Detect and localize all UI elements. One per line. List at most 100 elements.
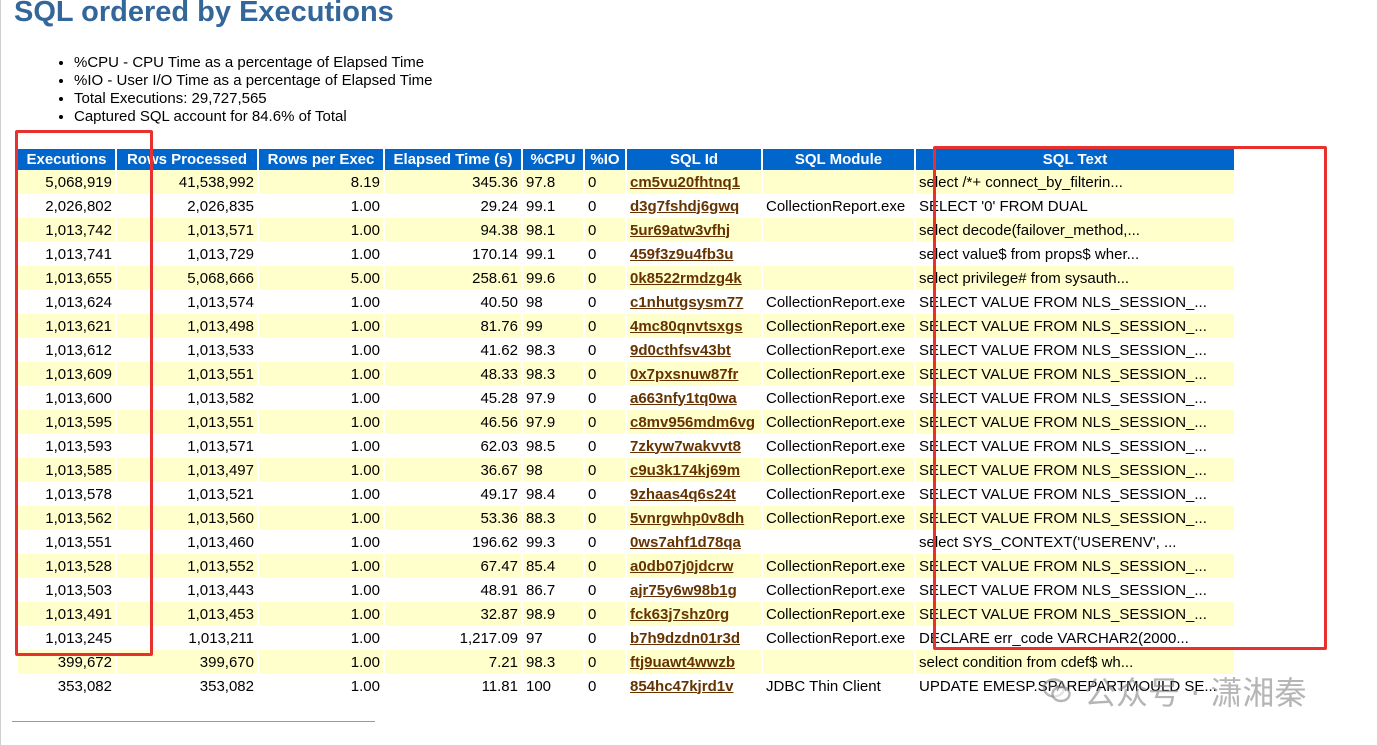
cell-rows-per-exec: 1.00	[259, 554, 383, 578]
cell-sql-id: c9u3k174kj69m	[627, 458, 761, 482]
cell-cpu: 97	[526, 629, 543, 647]
cell-io: 0	[585, 218, 625, 242]
sql-id-link[interactable]: 0k8522rmdzg4k	[630, 270, 742, 287]
note-item: Captured SQL account for 84.6% of Total	[74, 108, 432, 126]
cell-io: 0	[588, 581, 597, 599]
cell-sql-id: 7zkyw7wakvvt8	[627, 434, 761, 458]
cell-io: 0	[588, 629, 597, 647]
cell-cpu: 98	[523, 458, 583, 482]
cell-sql-module: CollectionReport.exe	[763, 506, 914, 530]
cell-sql-id: 9zhaas4q6s24t	[627, 482, 761, 506]
cell-sql-module: CollectionReport.exe	[766, 485, 906, 503]
cell-io: 0	[588, 341, 597, 359]
cell-sql-id: 9d0cthfsv43bt	[627, 338, 761, 362]
watermark-text: 公众号 · 潇湘秦	[1084, 674, 1307, 712]
cell-executions: 353,082	[57, 677, 112, 695]
cell-sql-id: 5vnrgwhp0v8dh	[627, 506, 761, 530]
cell-cpu: 97.9	[523, 410, 583, 434]
cell-elapsed-time: 345.36	[385, 170, 521, 194]
cell-sql-id: ftj9uawt4wwzb	[627, 650, 761, 674]
cell-cpu: 86.7	[526, 581, 556, 599]
cell-elapsed-time: 94.38	[385, 218, 521, 242]
sql-id-link[interactable]: 5vnrgwhp0v8dh	[630, 510, 744, 527]
sql-id-link[interactable]: c1nhutgsysm77	[630, 294, 743, 311]
sql-id-link[interactable]: fck63j7shz0rg	[630, 606, 729, 623]
header-io: %IO	[585, 149, 625, 170]
sql-id-link[interactable]: 9d0cthfsv43bt	[630, 342, 731, 359]
cell-sql-module	[763, 242, 914, 266]
sql-id-link[interactable]: 4mc80qnvtsxgs	[630, 318, 743, 335]
cell-cpu: 97.9	[526, 389, 556, 407]
cell-rows-per-exec: 1.00	[259, 218, 383, 242]
cell-cpu: 99.3	[526, 533, 556, 551]
cell-rows-per-exec: 1.00	[259, 602, 383, 626]
cell-io: 0	[588, 677, 597, 695]
sql-id-link[interactable]: c9u3k174kj69m	[630, 462, 740, 479]
cell-elapsed-time: 49.17	[480, 485, 518, 503]
cell-elapsed-time: 62.03	[480, 437, 518, 455]
cell-sql-id: d3g7fshdj6gwq	[627, 194, 761, 218]
cell-rows-per-exec: 1.00	[350, 677, 380, 695]
sql-id-link[interactable]: 7zkyw7wakvvt8	[630, 438, 741, 455]
cell-rows-per-exec: 1.00	[350, 341, 380, 359]
sql-id-link[interactable]: 0x7pxsnuw87fr	[630, 366, 738, 383]
cell-elapsed-time: 46.56	[385, 410, 521, 434]
cell-cpu: 99	[523, 314, 583, 338]
sql-id-link[interactable]: 0ws7ahf1d78qa	[630, 534, 741, 551]
cell-cpu: 98.3	[526, 341, 556, 359]
cell-sql-module	[763, 650, 914, 674]
cell-rows-per-exec: 1.00	[350, 389, 380, 407]
cell-rows-per-exec: 1.00	[259, 650, 383, 674]
horizontal-divider	[12, 721, 375, 722]
cell-sql-id: c8mv956mdm6vg	[627, 410, 761, 434]
cell-elapsed-time: 29.24	[480, 197, 518, 215]
sql-id-link[interactable]: 5ur69atw3vfhj	[630, 222, 730, 239]
cell-io: 0	[588, 197, 597, 215]
cell-cpu: 98.3	[523, 650, 583, 674]
cell-rows-per-exec: 1.00	[259, 410, 383, 434]
cell-rows-per-exec: 1.00	[350, 437, 380, 455]
cell-sql-module: CollectionReport.exe	[763, 362, 914, 386]
cell-io: 0	[588, 389, 597, 407]
cell-cpu: 98	[526, 293, 543, 311]
cell-elapsed-time: 32.87	[385, 602, 521, 626]
cell-rows-per-exec: 1.00	[259, 506, 383, 530]
cell-io: 0	[585, 458, 625, 482]
cell-sql-id: 0k8522rmdzg4k	[627, 266, 761, 290]
cell-elapsed-time: 170.14	[472, 245, 518, 263]
cell-sql-module: CollectionReport.exe	[766, 437, 906, 455]
sql-id-link[interactable]: 854hc47kjrd1v	[630, 678, 733, 695]
cell-sql-module: CollectionReport.exe	[763, 458, 914, 482]
cell-elapsed-time: 196.62	[472, 533, 518, 551]
sql-id-link[interactable]: ftj9uawt4wwzb	[630, 654, 735, 671]
sql-id-link[interactable]: b7h9dzdn01r3d	[630, 630, 740, 647]
cell-rows-per-exec: 1.00	[350, 245, 380, 263]
sql-id-link[interactable]: c8mv956mdm6vg	[630, 414, 755, 431]
note-item: %IO - User I/O Time as a percentage of E…	[74, 72, 432, 90]
cell-io: 0	[588, 485, 597, 503]
cell-cpu: 99.1	[526, 197, 556, 215]
cell-io: 0	[585, 554, 625, 578]
cell-sql-module	[763, 266, 914, 290]
sql-id-link[interactable]: d3g7fshdj6gwq	[630, 198, 739, 215]
sql-id-link[interactable]: 459f3z9u4fb3u	[630, 246, 733, 263]
sql-id-link[interactable]: ajr75y6w98b1g	[630, 582, 737, 599]
cell-elapsed-time: 36.67	[385, 458, 521, 482]
sql-id-link[interactable]: cm5vu20fhtnq1	[630, 174, 740, 191]
cell-rows-per-exec: 1.00	[350, 629, 380, 647]
cell-cpu: 85.4	[523, 554, 583, 578]
header-elapsed-time: Elapsed Time (s)	[385, 149, 521, 170]
cell-sql-id: 4mc80qnvtsxgs	[627, 314, 761, 338]
cell-cpu: 98.4	[526, 485, 556, 503]
sql-id-link[interactable]: a0db07j0jdcrw	[630, 558, 733, 575]
cell-sql-id: 459f3z9u4fb3u	[627, 242, 761, 266]
cell-elapsed-time: 48.91	[480, 581, 518, 599]
cell-io: 0	[585, 506, 625, 530]
sql-id-link[interactable]: a663nfy1tq0wa	[630, 390, 737, 407]
cell-sql-id: c1nhutgsysm77	[627, 290, 761, 314]
sql-id-link[interactable]: 9zhaas4q6s24t	[630, 486, 736, 503]
cell-sql-module: JDBC Thin Client	[766, 677, 881, 695]
cell-elapsed-time: 1,217.09	[459, 629, 518, 647]
cell-elapsed-time: 45.28	[480, 389, 518, 407]
cell-io: 0	[588, 293, 597, 311]
